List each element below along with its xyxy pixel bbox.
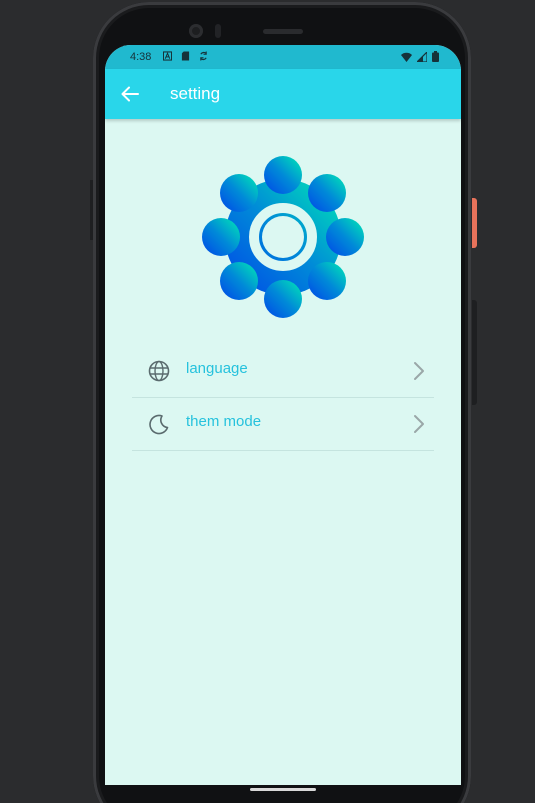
screen: 4:38 setting language them mode (105, 45, 461, 785)
battery-icon (432, 51, 439, 62)
page-title: setting (170, 84, 221, 103)
device-stage: 4:38 setting language them mode (0, 0, 535, 803)
status-bar: 4:38 (105, 45, 461, 69)
wifi-icon (401, 52, 412, 62)
settings-item-theme-mode[interactable]: them mode (132, 398, 434, 451)
arrow-left-icon (121, 86, 139, 102)
settings-list: language them mode (132, 345, 434, 451)
front-camera (189, 24, 203, 38)
volume-button[interactable] (472, 300, 477, 405)
settings-item-language[interactable]: language (132, 345, 434, 398)
globe-icon (148, 360, 170, 382)
settings-item-label: language (186, 360, 248, 377)
sync-icon (200, 51, 207, 61)
app-bar: setting (105, 69, 461, 119)
earpiece-speaker (263, 29, 303, 34)
power-button[interactable] (472, 198, 477, 248)
home-indicator[interactable] (250, 788, 316, 791)
gear-icon (202, 156, 364, 318)
status-time: 4:38 (130, 51, 152, 63)
signal-icon (417, 51, 427, 62)
a-icon (163, 51, 172, 61)
moon-icon (149, 414, 169, 435)
back-button[interactable] (119, 83, 141, 105)
proximity-sensor (215, 24, 221, 38)
chevron-right-icon (414, 415, 424, 433)
sd-card-icon (181, 51, 190, 61)
status-icons-left (163, 51, 208, 61)
status-icons-right (401, 51, 439, 62)
chevron-right-icon (414, 362, 424, 380)
settings-item-label: them mode (186, 413, 262, 430)
